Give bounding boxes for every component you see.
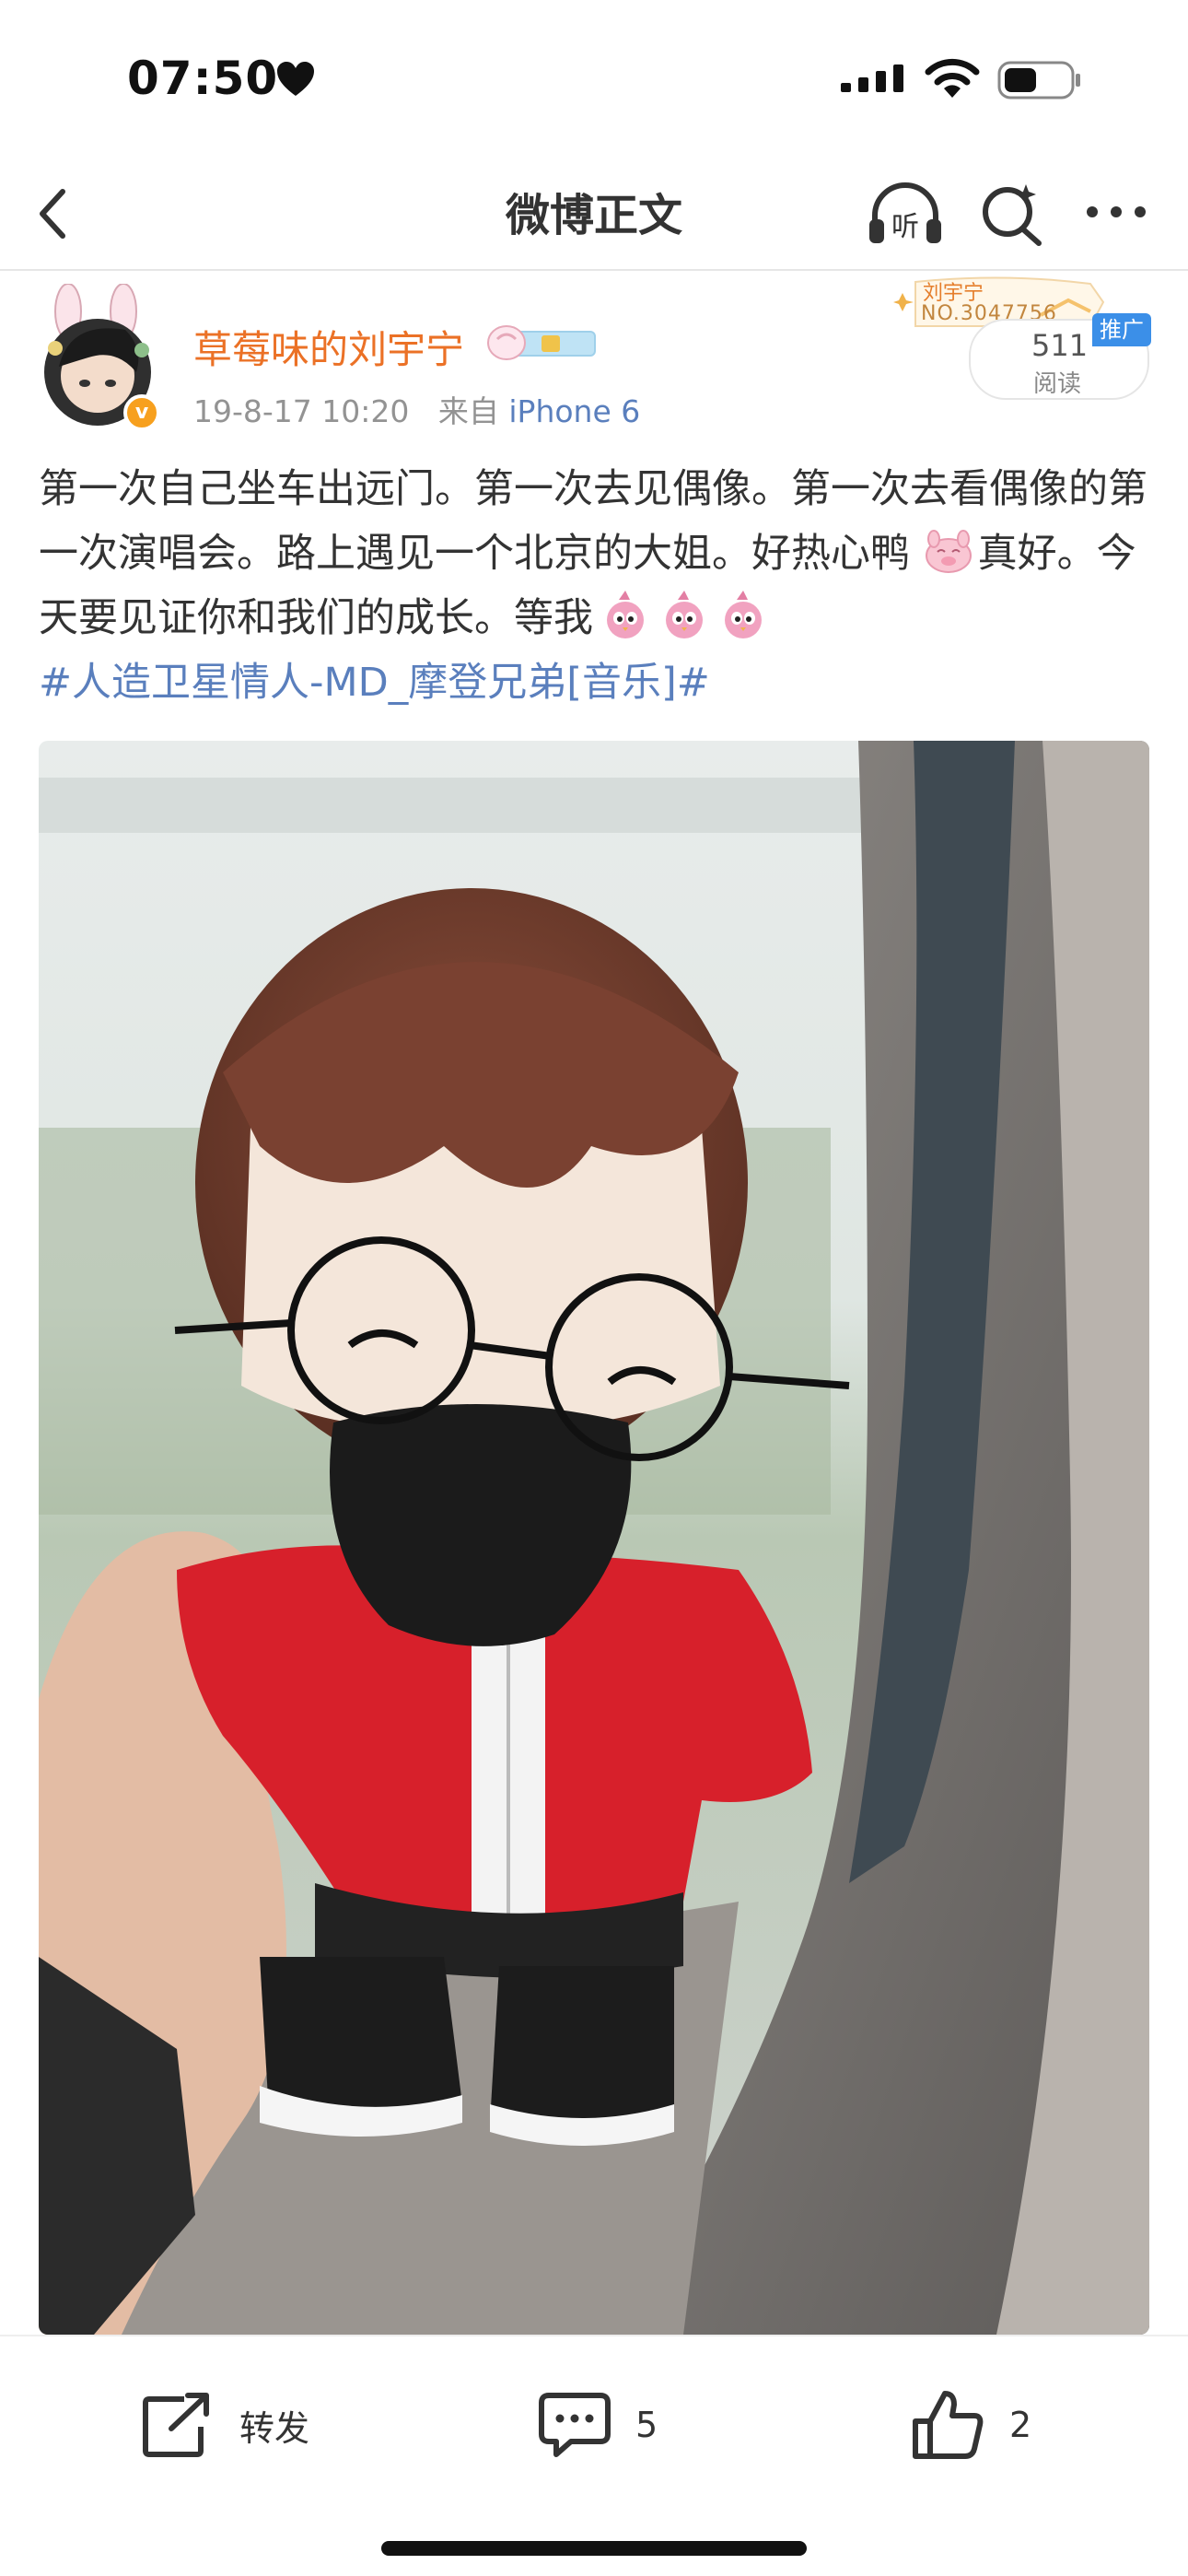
- listen-label: 听: [891, 211, 919, 243]
- source-prefix: 来自: [437, 393, 499, 429]
- repost-button[interactable]: 转发: [142, 2388, 309, 2462]
- pig-emoji-icon: [925, 530, 972, 573]
- username[interactable]: 草莓味的刘宇宁: [193, 319, 464, 375]
- repost-label: 转发: [239, 2407, 310, 2449]
- like-count: 2: [1009, 2405, 1032, 2445]
- listen-icon[interactable]: 听: [866, 179, 945, 249]
- status-bar: 07:50: [0, 0, 1188, 157]
- fan-level-badge-icon[interactable]: [486, 321, 599, 365]
- source-link[interactable]: iPhone 6: [508, 393, 640, 429]
- bird-emoji-icon: [607, 591, 644, 638]
- post-date: 19-8-17 10:20: [193, 393, 410, 429]
- post-photo[interactable]: [39, 741, 1149, 2335]
- comment-icon: [539, 2393, 611, 2457]
- action-bar: 转发 5 2: [0, 2335, 1188, 2576]
- battery-icon: [997, 61, 1080, 100]
- status-time: 07:50: [127, 52, 279, 105]
- verified-badge: v: [123, 394, 160, 431]
- signal-icon: [841, 64, 903, 92]
- bird-emoji-icon: [725, 591, 762, 638]
- heart-icon: [277, 62, 314, 96]
- bird-emoji-icon: [666, 591, 703, 638]
- nav-bar: 微博正文 听: [0, 157, 1188, 271]
- thumbs-up-icon: [913, 2391, 984, 2459]
- hashtag-link[interactable]: #人造卫星情人-MD_摩登兄弟[音乐]#: [39, 660, 710, 706]
- post-meta: 19-8-17 10:20 来自 iPhone 6: [193, 387, 640, 431]
- ad-tag: 推广: [1092, 313, 1151, 346]
- repost-icon: [143, 2393, 209, 2457]
- wifi-icon: [925, 58, 980, 98]
- read-count: 511: [1031, 328, 1089, 363]
- comment-button[interactable]: 5: [538, 2388, 658, 2462]
- like-button[interactable]: 2: [912, 2388, 1031, 2462]
- comment-count: 5: [635, 2405, 658, 2445]
- read-label: 阅读: [1033, 370, 1082, 398]
- more-icon[interactable]: [1083, 193, 1149, 230]
- home-indicator[interactable]: [381, 2541, 807, 2556]
- search-icon[interactable]: [978, 179, 1046, 249]
- post-text: 第一次自己坐车出远门。第一次去见偶像。第一次去看偶像的第一次演唱会。路上遇见一个…: [39, 457, 1153, 715]
